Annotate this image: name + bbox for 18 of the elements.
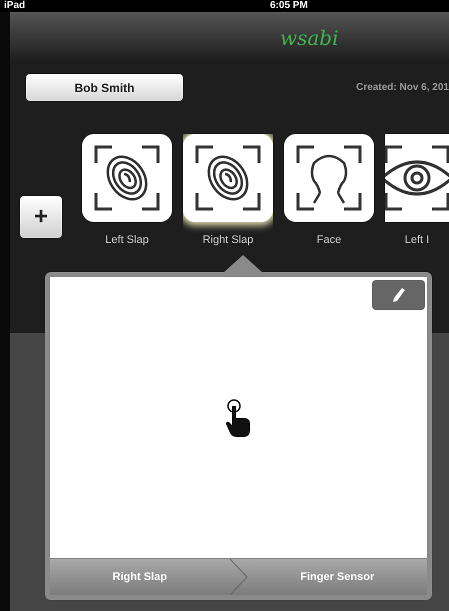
edit-button[interactable]: [372, 280, 425, 310]
add-button[interactable]: +: [20, 196, 62, 238]
created-date: Created: Nov 6, 201: [356, 81, 449, 95]
capture-label: Left Slap: [105, 233, 149, 248]
pencil-icon: [392, 287, 406, 303]
capture-label: Left I: [404, 233, 430, 248]
capture-tile[interactable]: [82, 134, 172, 222]
status-time: 6:05 PM: [270, 1, 308, 11]
capture-label: Face: [316, 233, 342, 248]
capture-label: Right Slap: [202, 233, 254, 248]
subject-name-button[interactable]: Bob Smith: [26, 74, 183, 101]
device-name: iPad: [4, 1, 26, 11]
capture-tile[interactable]: [385, 134, 449, 222]
capture-tile[interactable]: [284, 134, 374, 222]
app-logo: wsabi: [280, 24, 339, 52]
pointing-hand-icon: [224, 398, 252, 438]
chevron-separator-icon: [230, 559, 248, 595]
capture-tile[interactable]: [183, 134, 273, 222]
